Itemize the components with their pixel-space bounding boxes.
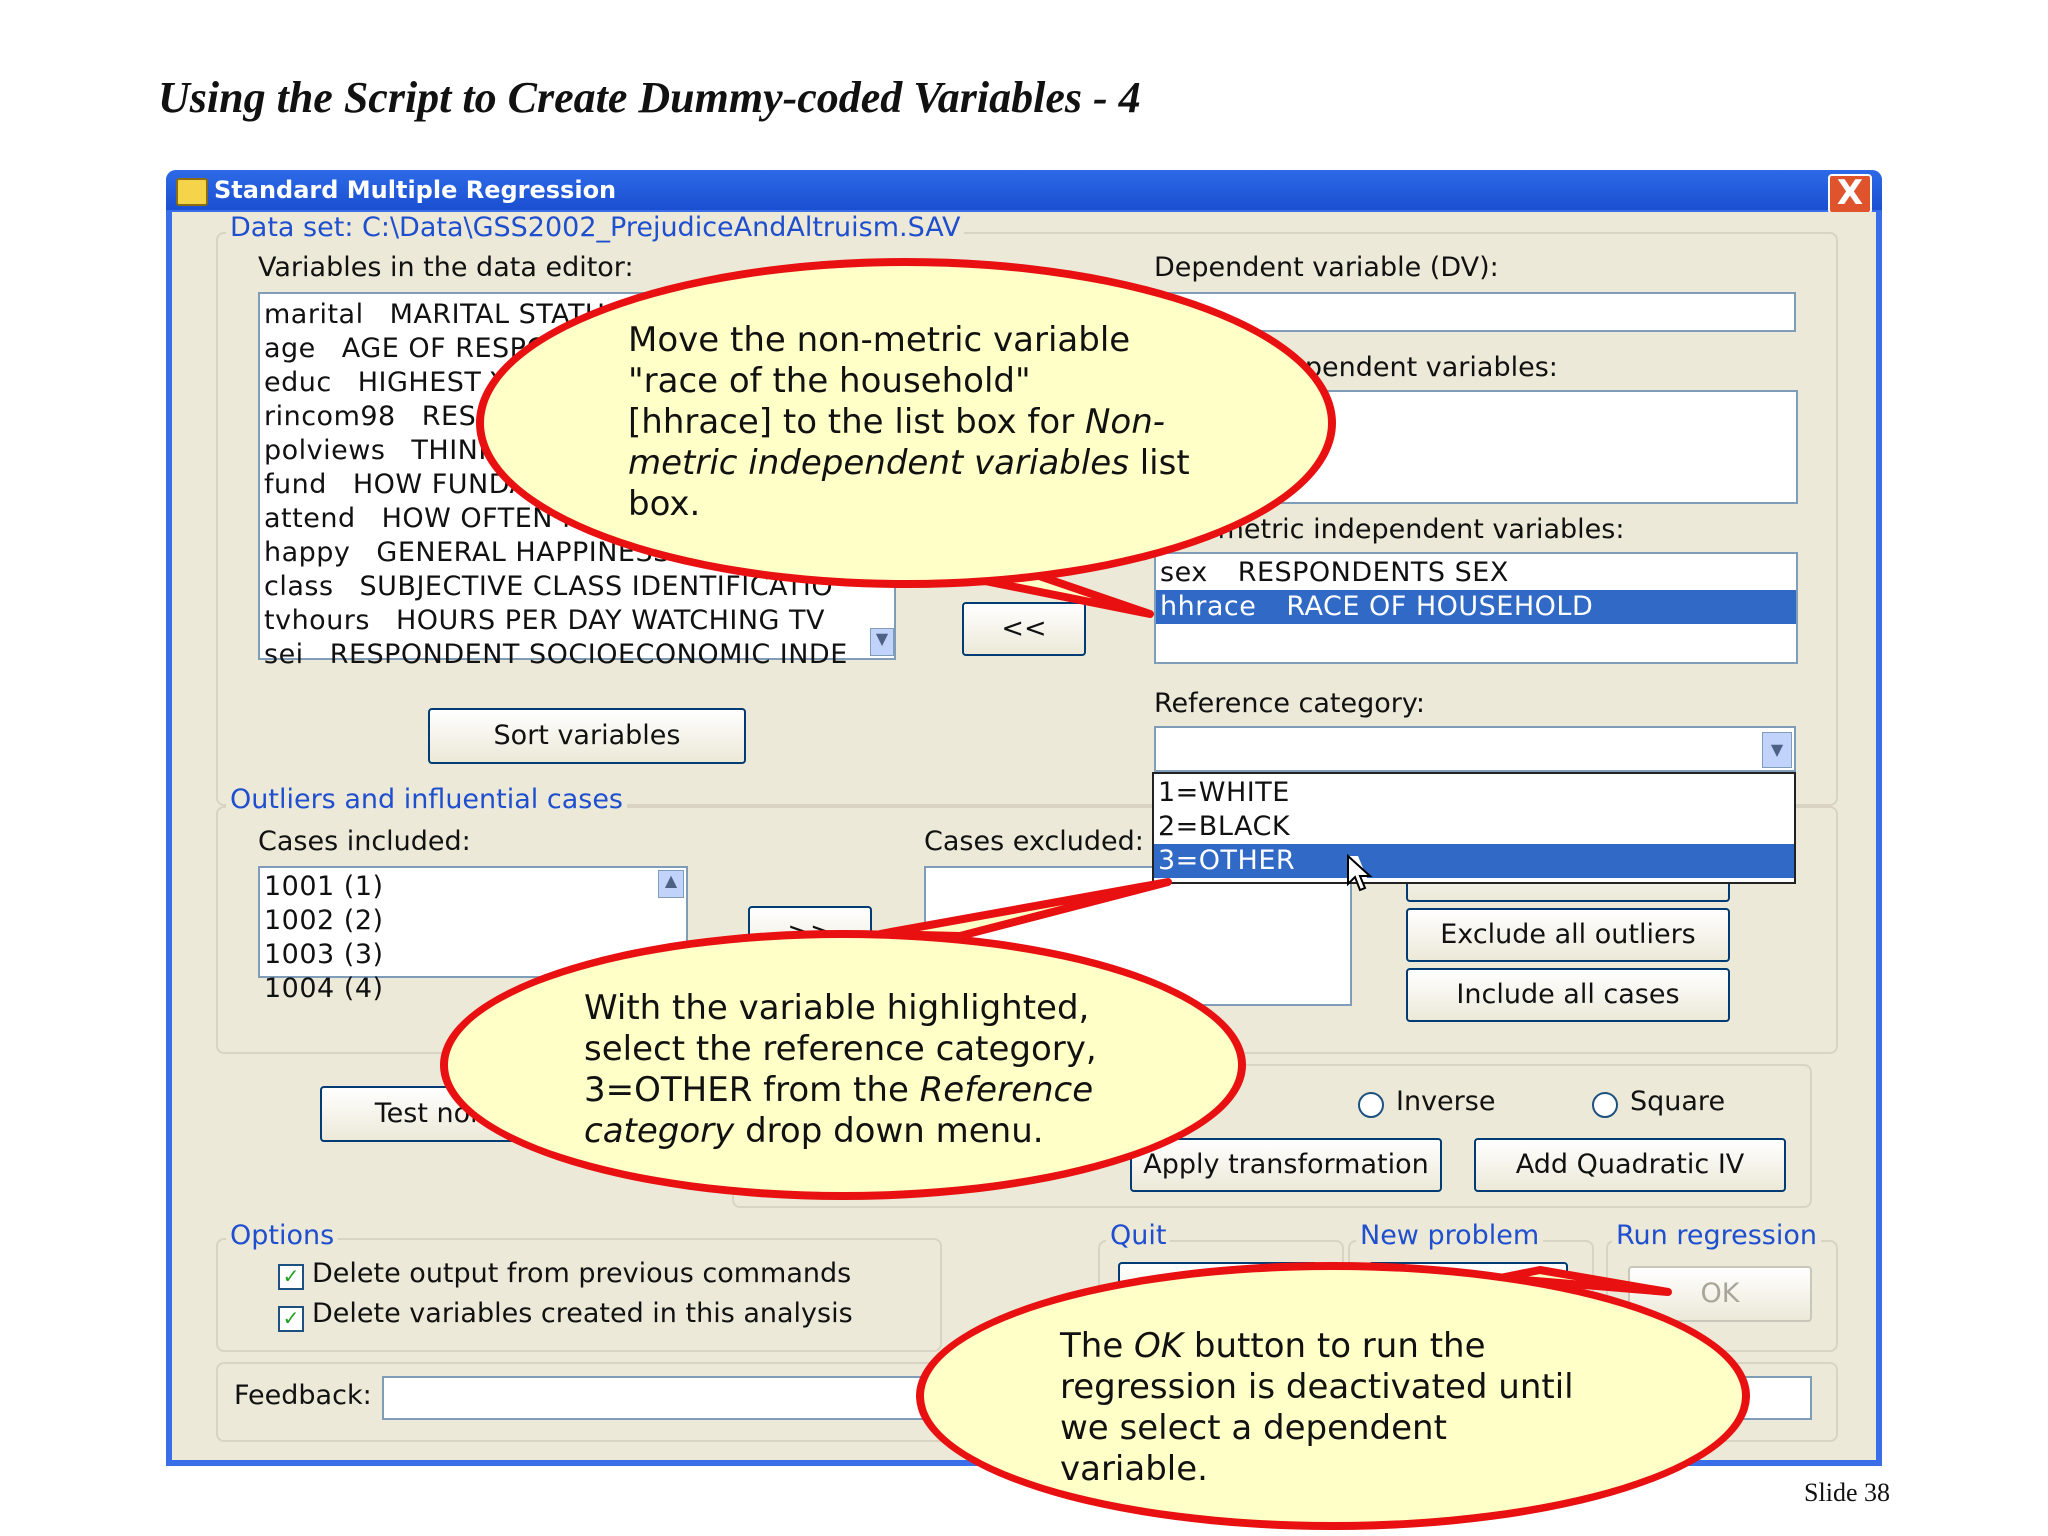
- callout-ok-button: The OK button to run the regression is d…: [916, 1262, 1750, 1530]
- callout-move-variable: Move the non-metric variable "race of th…: [476, 258, 1336, 588]
- callout-ref-line4a: category: [584, 1111, 735, 1151]
- callout-move-line3a: [hhrace] to the list box for: [628, 402, 1085, 442]
- callout-reference-category: With the variable highlighted, select th…: [440, 930, 1246, 1200]
- callout-ok-line2: regression is deactivated until: [1060, 1367, 1574, 1407]
- callout-move-line3b: Non-: [1084, 402, 1166, 442]
- callout-move-line4a: metric independent variables: [628, 443, 1129, 483]
- slide-number: Slide 38: [1804, 1478, 1890, 1507]
- callout-ref-line3b: Reference: [919, 1070, 1094, 1110]
- callout-ref-line3a: 3=OTHER from the: [584, 1070, 920, 1110]
- pointer-reference: [876, 878, 1172, 940]
- callout-move-line5: box.: [628, 484, 701, 524]
- callout-ref-line4b: drop down menu.: [734, 1111, 1044, 1151]
- callout-ok-line1c: button to run the: [1183, 1326, 1486, 1366]
- callout-ref-line2: select the reference category,: [584, 1029, 1097, 1069]
- callout-move-line2: "race of the household": [628, 361, 1031, 401]
- callout-ok-line3: we select a dependent: [1060, 1408, 1447, 1448]
- callout-move-line1: Move the non-metric variable: [628, 320, 1131, 360]
- callout-ok-line1a: The: [1060, 1326, 1135, 1366]
- callout-ref-line1: With the variable highlighted,: [584, 988, 1090, 1028]
- callout-move-line4b: list: [1128, 443, 1190, 483]
- callout-ok-line1b: OK: [1134, 1326, 1184, 1366]
- callout-ok-line4: variable.: [1060, 1449, 1208, 1489]
